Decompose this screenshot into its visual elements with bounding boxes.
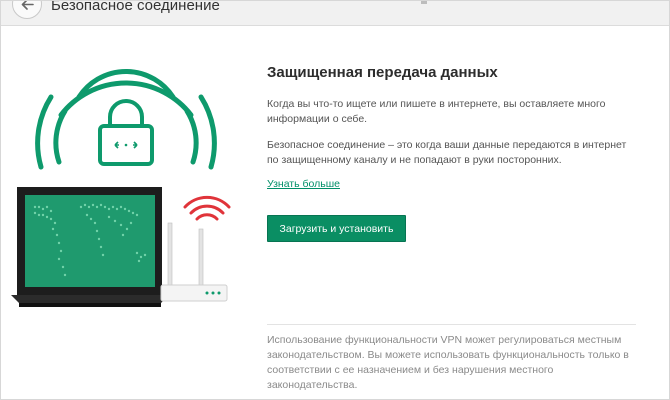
laptop-icon	[11, 187, 169, 307]
description-paragraph-2: Безопасное соединение – это когда ваши д…	[267, 139, 627, 166]
learn-more-link[interactable]: Узнать больше	[267, 178, 340, 190]
vpn-disclaimer: Использование функциональности VPN может…	[267, 334, 629, 391]
window-title: Безопасное соединение	[51, 0, 220, 14]
arrow-left-icon	[21, 1, 34, 10]
vpn-illustration	[11, 68, 231, 307]
description-paragraph-1: Когда вы что-то ищете или пишете в интер…	[267, 98, 606, 125]
footer-divider	[267, 324, 636, 325]
back-button[interactable]	[12, 1, 42, 19]
download-install-button[interactable]: Загрузить и установить	[267, 215, 406, 242]
wifi-icon	[35, 68, 217, 170]
lock-icon	[98, 99, 154, 166]
app-window: Безопасное соединение Защищенная передач…	[0, 0, 670, 400]
router-icon	[160, 195, 231, 302]
titlebar-divider	[421, 1, 427, 4]
title-bar: Безопасное соединение	[1, 0, 669, 26]
page-heading: Защищенная передача данных	[267, 64, 498, 81]
